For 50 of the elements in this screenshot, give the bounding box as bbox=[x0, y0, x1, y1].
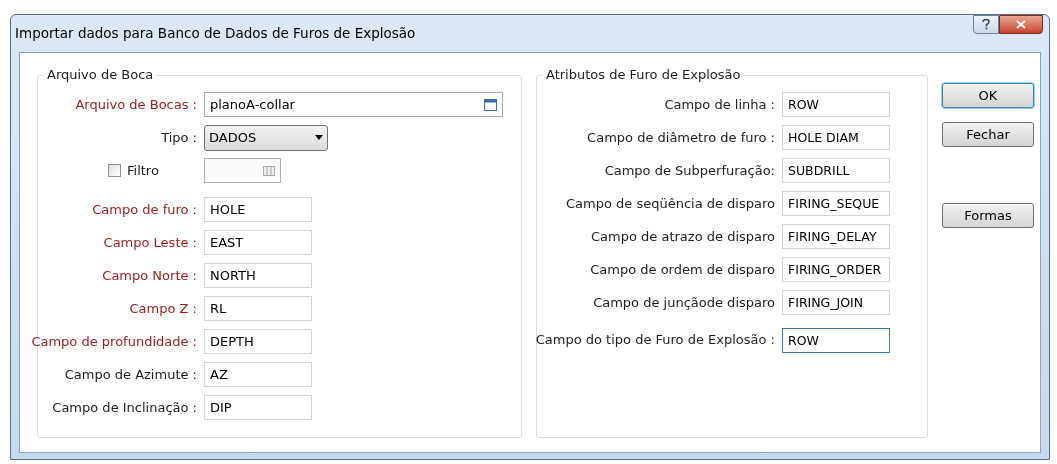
text-field[interactable]: FIRING_DELAY bbox=[782, 224, 890, 249]
help-icon bbox=[982, 19, 990, 30]
field-label: Campo de diâmetro de furo : bbox=[587, 128, 775, 147]
caret-icon bbox=[315, 135, 323, 140]
type-dropdown[interactable]: DADOS bbox=[204, 124, 328, 151]
field-label: Campo de Inclinação : bbox=[52, 398, 197, 417]
dialog-button[interactable]: OK bbox=[942, 83, 1034, 108]
text-field[interactable]: FIRING_ORDER bbox=[782, 257, 890, 282]
field-label: Filtro bbox=[127, 161, 159, 180]
text-field[interactable]: FIRING_JOIN bbox=[782, 290, 890, 315]
field-label: Campo de Subperfuração: bbox=[604, 161, 775, 180]
text-field[interactable]: AZ bbox=[204, 362, 312, 387]
text-field[interactable]: HOLE bbox=[204, 197, 312, 222]
field-label: Tipo : bbox=[161, 128, 197, 147]
field-label: Campo Z : bbox=[129, 299, 197, 318]
field-label: Campo do tipo de Furo de Explosão : bbox=[535, 331, 775, 350]
group-title: Atributos de Furo de Explosão bbox=[543, 67, 744, 83]
filter-field[interactable] bbox=[204, 158, 281, 183]
group-title: Arquivo de Boca bbox=[44, 67, 157, 83]
dialog-button[interactable]: Fechar bbox=[942, 122, 1034, 147]
field-label: Campo de Azimute : bbox=[64, 365, 197, 384]
text-field[interactable]: RL bbox=[204, 296, 312, 321]
filter-checkbox[interactable] bbox=[108, 164, 121, 177]
field-label: Campo de linha : bbox=[664, 95, 775, 114]
field-label: Campo de ordem de disparo bbox=[590, 260, 775, 279]
help-button[interactable] bbox=[973, 15, 999, 34]
text-field[interactable]: DEPTH bbox=[204, 329, 312, 354]
window-title: Importar dados para Banco de Dados de Furos de Explosão bbox=[15, 24, 416, 44]
close-icon bbox=[1016, 20, 1026, 29]
field-label: Campo de profundidade : bbox=[31, 332, 197, 351]
text-field[interactable]: DIP bbox=[204, 395, 312, 420]
text-field[interactable]: ROW bbox=[782, 327, 890, 353]
close-button[interactable] bbox=[999, 15, 1043, 34]
dialog-button[interactable]: Formas bbox=[942, 203, 1034, 228]
text-field[interactable]: HOLE DIAM bbox=[782, 125, 890, 150]
text-field[interactable]: ROW bbox=[782, 92, 890, 117]
table-icon bbox=[263, 165, 275, 176]
field-label: Campo de atrazo de disparo bbox=[591, 227, 775, 246]
file-field[interactable]: planoA-collar bbox=[204, 92, 503, 117]
text-field[interactable]: FIRING_SEQUE bbox=[782, 191, 890, 216]
field-label: Campo de furo : bbox=[92, 200, 197, 219]
text-field[interactable]: NORTH bbox=[204, 263, 312, 288]
field-label: Campo Norte : bbox=[102, 266, 197, 285]
field-label: Campo de junçãode disparo bbox=[593, 293, 775, 312]
text-field[interactable]: EAST bbox=[204, 230, 312, 255]
text-field[interactable]: SUBDRILL bbox=[782, 158, 890, 183]
browse-icon bbox=[484, 98, 497, 111]
field-label: Campo Leste : bbox=[103, 233, 197, 252]
field-label: Campo de seqüência de disparo bbox=[565, 194, 775, 213]
field-label: Arquivo de Bocas : bbox=[75, 95, 197, 114]
